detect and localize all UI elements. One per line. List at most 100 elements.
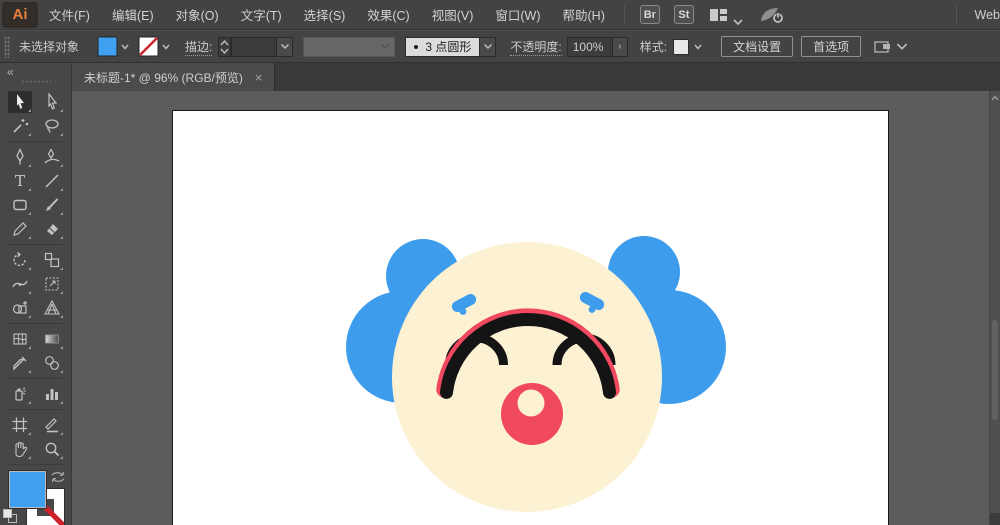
stroke-color-control[interactable] bbox=[138, 36, 173, 57]
rotate-tool[interactable] bbox=[8, 249, 32, 271]
blend-tool[interactable] bbox=[40, 352, 64, 374]
opacity-forward-button[interactable]: › bbox=[612, 36, 628, 57]
menu-edit[interactable]: 编辑(E) bbox=[101, 0, 165, 30]
width-tool-icon bbox=[11, 280, 28, 288]
preferences-button[interactable]: 首选项 bbox=[801, 36, 862, 57]
gradient-tool-icon bbox=[44, 334, 59, 344]
eyebrow-right-dot[interactable] bbox=[588, 306, 596, 313]
opacity-input[interactable]: 100% bbox=[566, 36, 613, 57]
direct-selection-tool[interactable] bbox=[40, 91, 64, 113]
artboard-tool[interactable] bbox=[8, 414, 32, 436]
stepper-up-icon[interactable] bbox=[220, 39, 229, 46]
menu-effect[interactable]: 效果(C) bbox=[356, 0, 420, 30]
menu-type[interactable]: 文字(T) bbox=[230, 0, 293, 30]
align-icon[interactable] bbox=[873, 39, 893, 55]
width-tool[interactable] bbox=[8, 273, 32, 295]
stroke-weight-dropdown[interactable] bbox=[277, 36, 294, 57]
type-tool-icon: T bbox=[14, 172, 24, 190]
type-tool[interactable]: T bbox=[8, 170, 32, 192]
eyebrow-left-dot[interactable] bbox=[459, 308, 467, 315]
perspective-grid-tool[interactable] bbox=[40, 297, 64, 319]
rectangle-tool-icon bbox=[12, 199, 27, 211]
scale-tool[interactable] bbox=[40, 249, 64, 271]
menu-help[interactable]: 帮助(H) bbox=[552, 0, 616, 30]
eyedropper-tool-icon bbox=[12, 356, 26, 371]
column-graph-tool-icon bbox=[45, 389, 58, 400]
svg-text:T: T bbox=[14, 172, 24, 190]
swap-fill-stroke-icon[interactable] bbox=[50, 471, 66, 489]
zoom-tool-icon bbox=[45, 442, 59, 457]
brush-definition-chevron[interactable] bbox=[480, 36, 497, 57]
collapse-panel-icon[interactable]: « bbox=[0, 63, 71, 79]
vertical-scrollbar[interactable] bbox=[989, 91, 1000, 525]
pencil-tool-icon bbox=[12, 222, 27, 236]
tools-panel: « T bbox=[0, 63, 72, 525]
rectangle-tool[interactable] bbox=[8, 194, 32, 216]
chevron-down-icon[interactable] bbox=[733, 13, 745, 25]
curvature-tool-icon bbox=[44, 148, 59, 164]
pencil-tool[interactable] bbox=[8, 218, 32, 240]
menu-object[interactable]: 对象(O) bbox=[165, 0, 230, 30]
clown-face[interactable] bbox=[392, 242, 662, 512]
stroke-chevron-down-icon[interactable] bbox=[159, 43, 173, 51]
fill-swatch[interactable] bbox=[8, 470, 47, 509]
lasso-tool[interactable] bbox=[40, 115, 64, 137]
stroke-weight-input[interactable] bbox=[231, 36, 278, 57]
menu-window[interactable]: 窗口(W) bbox=[484, 0, 551, 30]
document-setup-button[interactable]: 文档设置 bbox=[721, 36, 794, 57]
bridge-button[interactable]: Br bbox=[639, 5, 660, 24]
gpu-performance-icon[interactable] bbox=[757, 5, 787, 25]
menu-file[interactable]: 文件(F) bbox=[38, 0, 101, 30]
shape-builder-tool[interactable] bbox=[8, 297, 32, 319]
free-transform-tool[interactable] bbox=[40, 273, 64, 295]
paintbrush-tool[interactable] bbox=[40, 194, 64, 216]
column-graph-tool[interactable] bbox=[40, 383, 64, 405]
control-bar: 未选择对象 描边: 3 点圆形 不透明度: 100% › 样式: 文档设置 首选… bbox=[0, 30, 1000, 63]
stroke-panel-link[interactable]: 描边: bbox=[185, 38, 213, 56]
stepper-down-icon[interactable] bbox=[220, 48, 229, 54]
stock-button[interactable]: St bbox=[673, 5, 694, 24]
lasso-tool-icon bbox=[44, 119, 59, 133]
scrollbar-thumb[interactable] bbox=[992, 320, 998, 420]
menu-view[interactable]: 视图(V) bbox=[421, 0, 485, 30]
selection-tool[interactable] bbox=[7, 91, 32, 113]
panel-grip-icon[interactable] bbox=[4, 35, 10, 58]
zoom-tool[interactable] bbox=[40, 438, 64, 460]
menu-select[interactable]: 选择(S) bbox=[293, 0, 357, 30]
align-chevron-down-icon[interactable] bbox=[896, 43, 908, 51]
app-logo: Ai bbox=[2, 1, 38, 28]
hand-tool[interactable] bbox=[8, 438, 32, 460]
artboard-tool-icon bbox=[12, 417, 27, 432]
opacity-panel-link[interactable]: 不透明度: bbox=[510, 38, 562, 56]
slice-tool[interactable] bbox=[40, 414, 64, 436]
gradient-tool[interactable] bbox=[40, 328, 64, 350]
mesh-tool[interactable] bbox=[8, 328, 32, 350]
workspace-switcher[interactable]: Web bbox=[965, 8, 1000, 22]
stroke-weight-stepper[interactable] bbox=[218, 36, 232, 57]
eraser-tool[interactable] bbox=[40, 218, 64, 240]
style-swatch[interactable] bbox=[673, 38, 690, 55]
arrange-documents-icon[interactable] bbox=[707, 7, 731, 23]
scroll-up-icon[interactable] bbox=[990, 91, 1000, 105]
style-chevron-down-icon[interactable] bbox=[691, 43, 705, 51]
line-segment-tool[interactable] bbox=[40, 170, 64, 192]
pen-tool[interactable] bbox=[8, 146, 32, 168]
curvature-tool[interactable] bbox=[40, 146, 64, 168]
magic-wand-tool-icon bbox=[12, 119, 28, 133]
tab-close-icon[interactable]: × bbox=[255, 71, 263, 84]
canvas-area[interactable] bbox=[72, 91, 989, 525]
direct-selection-tool-icon bbox=[47, 93, 57, 110]
document-tab[interactable]: 未标题-1* @ 96% (RGB/预览) × bbox=[72, 63, 276, 91]
nose-highlight[interactable] bbox=[517, 389, 545, 417]
brush-definition-dropdown[interactable]: 3 点圆形 bbox=[405, 36, 481, 57]
default-fill-stroke-icon[interactable] bbox=[3, 509, 17, 523]
symbol-sprayer-tool[interactable] bbox=[8, 383, 32, 405]
tools-grip-icon[interactable] bbox=[20, 80, 51, 84]
fill-color-control[interactable] bbox=[97, 36, 132, 57]
stroke-none-swatch[interactable] bbox=[138, 36, 159, 57]
fill-stroke-indicator bbox=[0, 469, 70, 525]
magic-wand-tool[interactable] bbox=[8, 115, 32, 137]
fill-chevron-down-icon[interactable] bbox=[118, 43, 132, 51]
eyedropper-tool[interactable] bbox=[8, 352, 32, 374]
fill-color-swatch[interactable] bbox=[97, 36, 118, 57]
